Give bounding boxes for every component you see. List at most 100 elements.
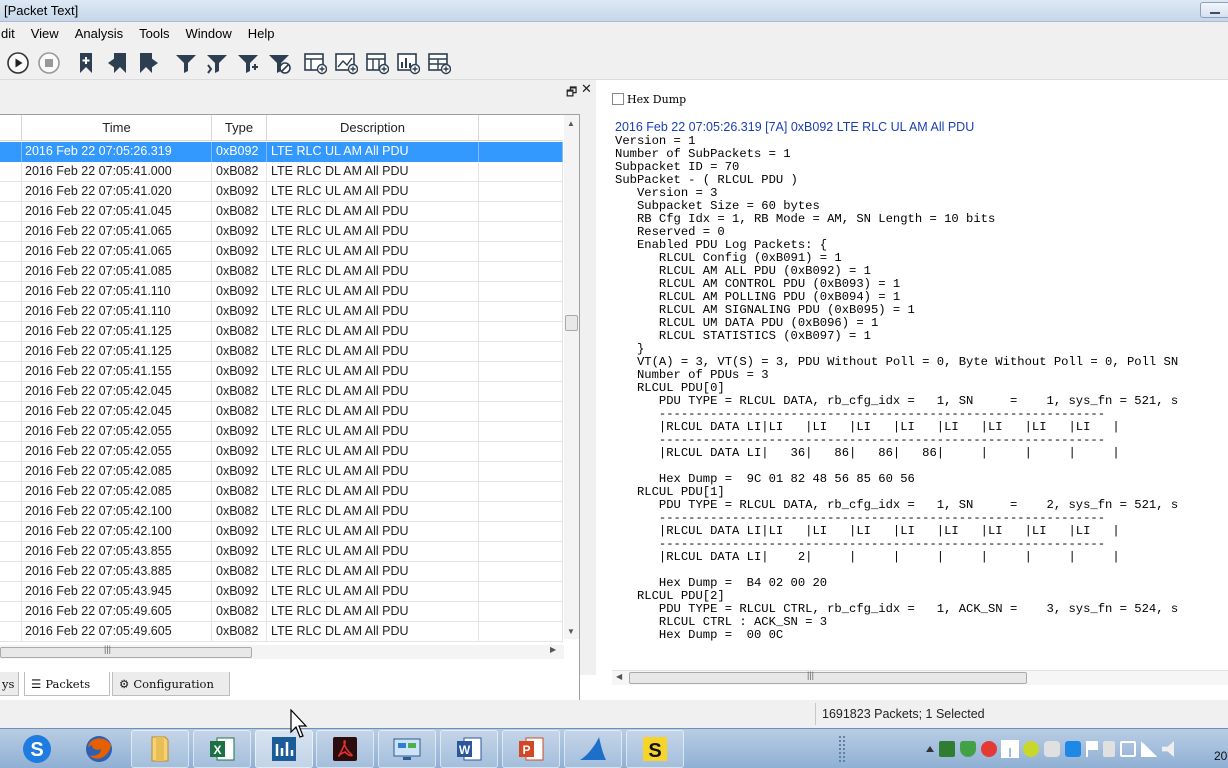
scroll-down-icon[interactable]: ▼: [567, 627, 575, 636]
table-row[interactable]: 2016 Feb 22 07:05:41.110 0xB092 LTE RLC UL…: [0, 282, 563, 302]
cell-time: 2016 Feb 22 07:05:41.000: [22, 162, 212, 182]
filter-clear-icon[interactable]: [266, 50, 292, 76]
menu-tools[interactable]: Tools: [131, 22, 177, 44]
column-header-type[interactable]: Type: [212, 115, 267, 141]
play-icon[interactable]: [5, 50, 31, 76]
restore-panel-icon[interactable]: 🗗: [566, 83, 577, 104]
scroll-left-icon[interactable]: ◀: [616, 672, 622, 681]
table-row[interactable]: 2016 Feb 22 07:05:43.945 0xB092 LTE RLC UL…: [0, 582, 563, 602]
column-header-description[interactable]: Description: [267, 115, 479, 141]
scroll-thumb[interactable]: [565, 315, 578, 331]
tray-bluetooth-icon[interactable]: [1065, 741, 1081, 757]
table-row[interactable]: 2016 Feb 22 07:05:43.855 0xB092 LTE RLC UL…: [0, 542, 563, 562]
menu-window[interactable]: Window: [177, 22, 239, 44]
remote-desktop-icon[interactable]: [378, 730, 436, 768]
tray-volume-icon[interactable]: [1162, 741, 1174, 757]
tray-expand-icon[interactable]: [926, 746, 934, 752]
next-bookmark-icon[interactable]: [135, 50, 161, 76]
menu-analysis[interactable]: Analysis: [67, 22, 131, 44]
column-header-blank[interactable]: [0, 115, 22, 141]
scroll-right-icon[interactable]: ▶: [550, 645, 556, 654]
tab-packets-label: Packets: [45, 677, 91, 691]
filter-add-icon[interactable]: [204, 50, 230, 76]
tray-plus-icon[interactable]: [1023, 741, 1039, 757]
tab-configuration[interactable]: ⚙ Configuration: [112, 672, 230, 696]
new-graph-window-icon[interactable]: [333, 50, 359, 76]
hex-dump-toggle[interactable]: Hex Dump: [612, 93, 686, 106]
tray-flag-icon[interactable]: [1086, 741, 1098, 757]
table-row[interactable]: 2016 Feb 22 07:05:42.085 0xB082 LTE RLC DL…: [0, 482, 563, 502]
sogou-icon[interactable]: S: [8, 730, 66, 768]
cell-type: 0xB092: [212, 542, 267, 562]
table-row[interactable]: 2016 Feb 22 07:05:43.885 0xB082 LTE RLC DL…: [0, 562, 563, 582]
new-custom-window-icon[interactable]: [426, 50, 452, 76]
add-bookmark-icon[interactable]: [73, 50, 99, 76]
excel-icon[interactable]: X: [193, 730, 251, 768]
table-row[interactable]: 2016 Feb 22 07:05:41.065 0xB092 LTE RLC UL…: [0, 242, 563, 262]
word-icon[interactable]: W: [440, 730, 498, 768]
tray-windows-icon[interactable]: [1001, 740, 1019, 758]
table-row[interactable]: 2016 Feb 22 07:05:42.085 0xB092 LTE RLC UL…: [0, 462, 563, 482]
table-row[interactable]: 2016 Feb 22 07:05:41.155 0xB092 LTE RLC UL…: [0, 362, 563, 382]
table-row[interactable]: 2016 Feb 22 07:05:41.125 0xB082 LTE RLC DL…: [0, 342, 563, 362]
gear-icon: ⚙: [119, 677, 130, 691]
cell-empty: [479, 422, 563, 442]
table-row[interactable]: 2016 Feb 22 07:05:42.055 0xB092 LTE RLC UL…: [0, 422, 563, 442]
tray-device-icon[interactable]: [1103, 741, 1115, 757]
horizontal-scrollbar[interactable]: ||| ▶: [0, 644, 564, 659]
filter-icon[interactable]: [173, 50, 199, 76]
shark-icon[interactable]: [564, 730, 622, 768]
new-chart-window-icon[interactable]: [395, 50, 421, 76]
new-table-window-icon[interactable]: [302, 50, 328, 76]
tray-antivirus-icon[interactable]: [981, 741, 997, 757]
scroll-up-icon[interactable]: ▲: [567, 119, 575, 128]
minimize-button[interactable]: [1200, 2, 1228, 18]
detail-horizontal-scrollbar[interactable]: ◀ |||: [612, 670, 1228, 685]
table-row[interactable]: 2016 Feb 22 07:05:42.100 0xB082 LTE RLC DL…: [0, 502, 563, 522]
hscroll-thumb[interactable]: [0, 647, 252, 658]
prev-bookmark-icon[interactable]: [105, 50, 131, 76]
menu-edit[interactable]: dit: [0, 22, 23, 44]
taskbar-clock[interactable]: 20: [1214, 749, 1227, 763]
stop-icon[interactable]: [36, 50, 62, 76]
tray-hand-icon[interactable]: [1044, 741, 1060, 757]
table-row[interactable]: 2016 Feb 22 07:05:41.020 0xB092 LTE RLC UL…: [0, 182, 563, 202]
tray-signal-icon[interactable]: [1141, 741, 1157, 757]
column-header-time[interactable]: Time: [22, 115, 212, 141]
table-row[interactable]: 2016 Feb 22 07:05:26.319 0xB092 LTE RLC UL…: [0, 142, 563, 162]
new-map-window-icon[interactable]: [364, 50, 390, 76]
tray-network-manager-icon[interactable]: [939, 741, 955, 757]
table-row[interactable]: 2016 Feb 22 07:05:42.045 0xB082 LTE RLC DL…: [0, 382, 563, 402]
packet-count-status: 1691823 Packets; 1 Selected: [822, 707, 985, 721]
close-panel-icon[interactable]: ✕: [581, 81, 592, 97]
s-app-icon[interactable]: S: [626, 730, 684, 768]
table-row[interactable]: 2016 Feb 22 07:05:42.055 0xB092 LTE RLC UL…: [0, 442, 563, 462]
table-row[interactable]: 2016 Feb 22 07:05:41.085 0xB082 LTE RLC DL…: [0, 262, 563, 282]
powerpoint-icon[interactable]: P: [502, 730, 560, 768]
tab-packets[interactable]: ☰ Packets: [24, 672, 110, 696]
acrobat-icon[interactable]: [316, 730, 374, 768]
vertical-scrollbar[interactable]: ▲ ▼: [564, 115, 579, 639]
firefox-icon[interactable]: [70, 730, 128, 768]
hex-dump-checkbox[interactable]: [612, 93, 624, 105]
tray-shield-icon[interactable]: [960, 741, 976, 757]
cell-empty: [479, 322, 563, 342]
table-row[interactable]: 2016 Feb 22 07:05:42.100 0xB092 LTE RLC UL…: [0, 522, 563, 542]
detail-hscroll-thumb[interactable]: [629, 672, 1027, 684]
table-row[interactable]: 2016 Feb 22 07:05:49.605 0xB082 LTE RLC DL…: [0, 602, 563, 622]
menu-view[interactable]: View: [23, 22, 67, 44]
table-row[interactable]: 2016 Feb 22 07:05:41.125 0xB082 LTE RLC DL…: [0, 322, 563, 342]
menu-help[interactable]: Help: [240, 22, 283, 44]
cell-empty: [479, 302, 563, 322]
table-row[interactable]: 2016 Feb 22 07:05:42.045 0xB082 LTE RLC DL…: [0, 402, 563, 422]
table-row[interactable]: 2016 Feb 22 07:05:49.605 0xB082 LTE RLC DL…: [0, 622, 563, 642]
table-row[interactable]: 2016 Feb 22 07:05:41.000 0xB082 LTE RLC DL…: [0, 162, 563, 182]
taskbar-grip[interactable]: [838, 735, 846, 763]
table-row[interactable]: 2016 Feb 22 07:05:41.045 0xB082 LTE RLC DL…: [0, 202, 563, 222]
table-row[interactable]: 2016 Feb 22 07:05:41.110 0xB092 LTE RLC UL…: [0, 302, 563, 322]
tray-keyboard-icon[interactable]: [1120, 741, 1136, 757]
table-row[interactable]: 2016 Feb 22 07:05:41.065 0xB092 LTE RLC UL…: [0, 222, 563, 242]
filter-next-icon[interactable]: [235, 50, 261, 76]
tab-keys[interactable]: ys: [0, 672, 19, 696]
folder-icon[interactable]: [131, 730, 189, 768]
